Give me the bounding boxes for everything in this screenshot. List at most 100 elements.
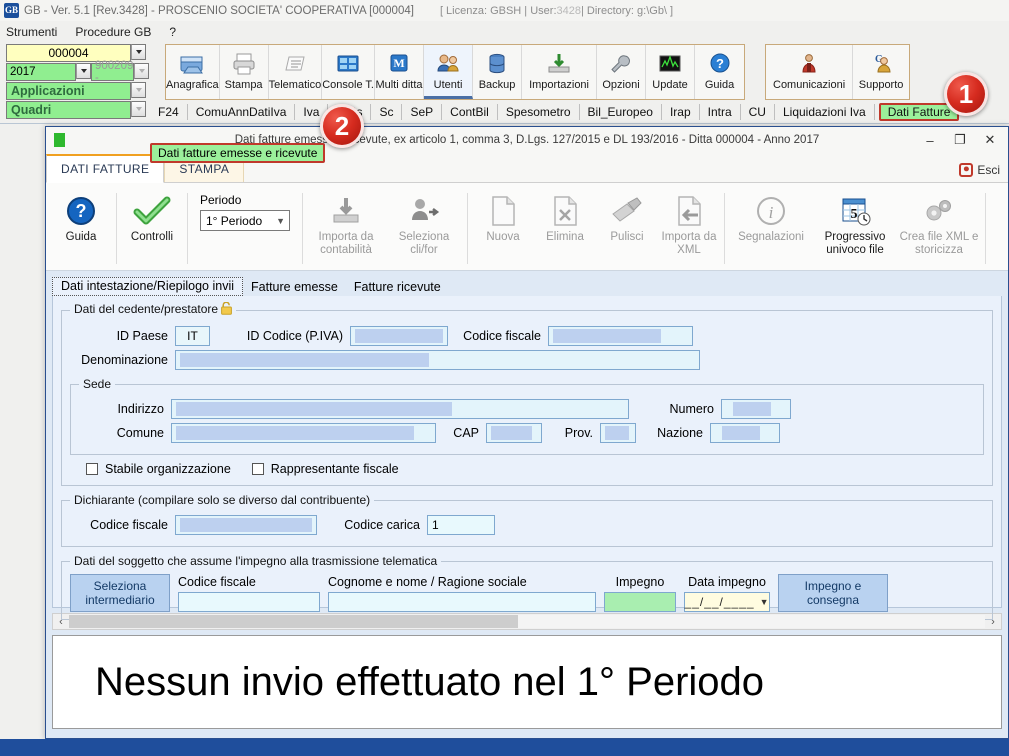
quadri-dropdown-arrow[interactable] bbox=[131, 101, 146, 117]
field-id-paese[interactable]: IT bbox=[175, 326, 210, 346]
applicazioni-dropdown-arrow[interactable] bbox=[131, 82, 146, 98]
help-icon: ? bbox=[63, 191, 99, 231]
field-numero[interactable] bbox=[721, 399, 791, 419]
field-cognome-ragione-sociale[interactable] bbox=[328, 592, 596, 612]
toolbar-button-update[interactable]: Update bbox=[646, 45, 696, 99]
app-license-text: [ Licenza: GBSH | User:3428| Directory: … bbox=[440, 5, 673, 17]
wrench-icon bbox=[607, 49, 635, 79]
fieldset-dichiarante: Dichiarante (compilare solo se diverso d… bbox=[61, 493, 993, 547]
child-ribbon: ? Guida Controlli Periodo 1° Periodo ▼ I… bbox=[46, 183, 1008, 271]
field-denominazione[interactable] bbox=[175, 350, 700, 370]
minimize-icon[interactable]: – bbox=[922, 132, 938, 148]
impegno-e-consegna-button[interactable]: Impegno e consegna bbox=[778, 574, 888, 612]
chevron-down-icon[interactable]: ▼ bbox=[760, 597, 770, 607]
menu-item-help[interactable]: ? bbox=[169, 25, 176, 39]
esci-button[interactable]: ⏺ Esci bbox=[959, 163, 1008, 182]
form-tab-fatture-ricevute[interactable]: Fatture ricevute bbox=[346, 279, 449, 296]
ribbon-button-segnalazioni[interactable]: i Segnalazioni bbox=[729, 187, 813, 270]
ribbon-button-elimina[interactable]: Elimina bbox=[534, 187, 596, 270]
app-tab-liquidazioni-iva[interactable]: Liquidazioni Iva bbox=[775, 104, 875, 120]
ribbon-button-seleziona-clifor[interactable]: Seleziona cli/for bbox=[385, 187, 463, 270]
maximize-icon[interactable]: ❐ bbox=[952, 132, 968, 148]
toolbar-label: Guida bbox=[704, 79, 735, 91]
codice-selector[interactable]: 900209 - bbox=[91, 60, 135, 84]
field-nazione[interactable] bbox=[710, 423, 780, 443]
svg-text:i: i bbox=[769, 203, 774, 222]
ribbon-button-progressivo-univoco-file[interactable]: 5 Progressivo univoco file bbox=[813, 187, 897, 270]
legend-text: Dati del cedente/prestatore bbox=[74, 302, 219, 316]
scroll-track[interactable] bbox=[69, 615, 985, 628]
field-dich-codice-fiscale[interactable] bbox=[175, 515, 317, 535]
applicazioni-selector[interactable]: Applicazioni bbox=[6, 82, 131, 100]
checkbox-stabile-organizzazione[interactable] bbox=[86, 463, 98, 475]
ribbon-button-pulisci[interactable]: Pulisci bbox=[596, 187, 658, 270]
field-data-impegno[interactable]: __/__/____ ▼ bbox=[684, 592, 770, 612]
app-tab-irap[interactable]: Irap bbox=[662, 104, 700, 120]
ribbon-button-importa-contabilita[interactable]: Importa da contabilità bbox=[307, 187, 385, 270]
ribbon-button-nuova[interactable]: Nuova bbox=[472, 187, 534, 270]
codice-dropdown-arrow[interactable] bbox=[134, 63, 150, 79]
field-int-codice-fiscale[interactable] bbox=[178, 592, 320, 612]
field-codice-fiscale[interactable] bbox=[548, 326, 693, 346]
toolbar-button-guida[interactable]: ? Guida bbox=[695, 45, 744, 99]
toolbar-button-supporto[interactable]: G Supporto bbox=[853, 45, 909, 99]
menu-item-procedure-gb[interactable]: Procedure GB bbox=[75, 25, 151, 39]
toolbar-button-comunicazioni[interactable]: Comunicazioni bbox=[766, 45, 854, 99]
toolbar-button-console-t[interactable]: Console T. bbox=[322, 45, 375, 99]
form-tab-dati-intestazione[interactable]: Dati intestazione/Riepilogo invii bbox=[52, 277, 244, 296]
toolbar-button-anagrafica[interactable]: Anagrafica bbox=[166, 45, 220, 99]
ribbon-button-guida[interactable]: ? Guida bbox=[50, 187, 112, 270]
toolbar-button-telematico[interactable]: Telematico bbox=[269, 45, 323, 99]
checkbox-rappresentante-fiscale[interactable] bbox=[251, 463, 264, 475]
periodo-group: Periodo 1° Periodo ▼ bbox=[192, 187, 298, 270]
ribbon-button-importa-da-xml[interactable]: Importa da XML bbox=[658, 187, 720, 270]
form-panel: Dati del cedente/prestatore ID Paese IT … bbox=[52, 296, 1002, 620]
quadri-selected-item[interactable]: Dati fatture emesse e ricevute bbox=[150, 143, 326, 163]
form-tab-fatture-emesse[interactable]: Fatture emesse bbox=[243, 279, 346, 296]
ribbon-button-controlli[interactable]: Controlli bbox=[121, 187, 183, 270]
toolbar-label: Update bbox=[652, 79, 688, 91]
app-tab-sep[interactable]: SeP bbox=[402, 104, 443, 120]
taskbar bbox=[0, 739, 1009, 756]
lock-icon[interactable] bbox=[221, 301, 232, 318]
field-id-codice[interactable] bbox=[350, 326, 448, 346]
tab-dati-fatture[interactable]: DATI FATTURE bbox=[46, 154, 165, 183]
menu-item-strumenti[interactable]: Strumenti bbox=[6, 25, 57, 39]
periodo-label: Periodo bbox=[200, 193, 242, 207]
toolbar-button-importazioni[interactable]: Importazioni bbox=[522, 45, 597, 99]
app-tab-cu[interactable]: CU bbox=[741, 104, 775, 120]
field-comune[interactable] bbox=[171, 423, 436, 443]
field-indirizzo[interactable] bbox=[171, 399, 629, 419]
field-impegno[interactable] bbox=[604, 592, 676, 612]
callout-badge-2: 2 bbox=[320, 104, 364, 148]
ribbon-button-crea-file-xml[interactable]: Crea file XML e storicizza bbox=[897, 187, 981, 270]
toolbar-button-opzioni[interactable]: Opzioni bbox=[597, 45, 647, 99]
app-tab-bil-europeo[interactable]: Bil_Europeo bbox=[580, 104, 662, 120]
seleziona-intermediario-button[interactable]: Seleziona intermediario bbox=[70, 574, 170, 612]
toolbar-button-stampa[interactable]: Stampa bbox=[220, 45, 269, 99]
anno-selector[interactable]: 2017 bbox=[6, 63, 76, 81]
toolbar-button-multi-ditta[interactable]: M Multi ditta bbox=[375, 45, 425, 99]
toolbar-label: Console T. bbox=[322, 79, 374, 91]
app-tab-contbil[interactable]: ContBil bbox=[442, 104, 498, 120]
toolbar-button-backup[interactable]: Backup bbox=[473, 45, 523, 99]
field-cap[interactable] bbox=[486, 423, 542, 443]
app-tab-spesometro[interactable]: Spesometro bbox=[498, 104, 580, 120]
scroll-thumb[interactable] bbox=[69, 615, 518, 628]
field-prov[interactable] bbox=[600, 423, 636, 443]
quadri-selector[interactable]: Quadri bbox=[6, 101, 131, 119]
ditta-dropdown-arrow[interactable] bbox=[131, 44, 146, 60]
horizontal-scrollbar[interactable]: ‹ › bbox=[52, 613, 1002, 630]
toolbar-button-utenti[interactable]: Utenti bbox=[424, 45, 474, 99]
app-tab-sc[interactable]: Sc bbox=[371, 104, 403, 120]
secondary-toolbar-group: Comunicazioni G Supporto bbox=[765, 44, 910, 100]
close-icon[interactable]: ✕ bbox=[982, 132, 998, 148]
ribbon-label: Pulisci bbox=[610, 231, 644, 243]
app-tab-comuanndativa[interactable]: ComuAnnDatiIva bbox=[188, 104, 296, 120]
periodo-select[interactable]: 1° Periodo ▼ bbox=[200, 210, 290, 231]
anno-dropdown-arrow[interactable] bbox=[76, 63, 91, 79]
gb-logo-icon: GB bbox=[4, 3, 19, 18]
app-tab-intra[interactable]: Intra bbox=[700, 104, 741, 120]
app-tab-f24[interactable]: F24 bbox=[150, 104, 188, 120]
field-codice-carica[interactable]: 1 bbox=[427, 515, 495, 535]
